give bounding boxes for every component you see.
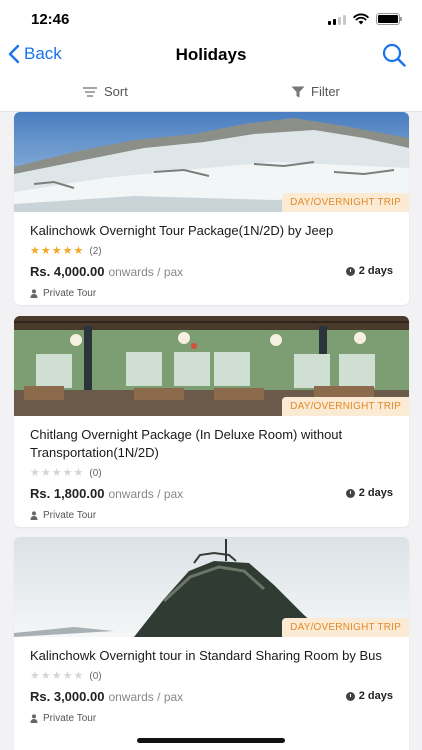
duration: 2 days	[345, 487, 393, 499]
star-icon: ★	[73, 245, 84, 257]
clock-icon	[345, 691, 355, 701]
cellular-signal-icon	[328, 14, 346, 25]
star-rating: ★ ★ ★ ★ ★	[30, 670, 83, 682]
sort-icon	[83, 86, 97, 97]
battery-icon	[376, 13, 402, 25]
price: Rs. 1,800.00	[30, 486, 105, 501]
review-count: (0)	[89, 467, 102, 479]
trip-category-badge: DAY/OVERNIGHT TRIP	[282, 397, 409, 416]
price-suffix: onwards / pax	[108, 487, 184, 501]
star-icon: ★	[73, 467, 84, 479]
price-suffix: onwards / pax	[108, 690, 184, 704]
star-icon: ★	[73, 670, 84, 682]
star-icon: ★	[40, 467, 51, 479]
price-row: Rs. 3,000.00 onwards / pax 2 days	[30, 689, 393, 707]
review-count: (2)	[89, 245, 102, 257]
page-title: Holidays	[175, 45, 247, 64]
price-suffix: onwards / pax	[108, 265, 184, 279]
status-time: 12:46	[31, 11, 70, 28]
tour-type: Private Tour	[30, 713, 393, 724]
holiday-title: Chitlang Overnight Package (In Deluxe Ro…	[30, 427, 343, 460]
tour-type-label: Private Tour	[43, 288, 97, 299]
holiday-card[interactable]: DAY/OVERNIGHT TRIP Kalinchowk Overnight …	[14, 537, 409, 750]
tour-type-label: Private Tour	[43, 510, 97, 521]
holiday-card[interactable]: DAY/OVERNIGHT TRIP Chitlang Overnight Pa…	[14, 316, 409, 527]
person-icon	[30, 511, 38, 520]
star-icon: ★	[51, 670, 62, 682]
star-icon: ★	[30, 670, 40, 682]
star-icon: ★	[62, 670, 73, 682]
tour-type-label: Private Tour	[43, 713, 97, 724]
holiday-card[interactable]: DAY/OVERNIGHT TRIP Kalinchowk Overnight …	[14, 112, 409, 305]
navigation-bar: Back Holidays	[0, 40, 422, 72]
price-row: Rs. 1,800.00 onwards / pax 2 days	[30, 486, 393, 504]
holiday-image: DAY/OVERNIGHT TRIP	[14, 537, 409, 637]
price: Rs. 4,000.00	[30, 264, 105, 279]
price: Rs. 3,000.00	[30, 689, 105, 704]
search-icon	[382, 43, 406, 67]
rating: ★ ★ ★ ★ ★ (0)	[30, 466, 393, 480]
review-count: (0)	[89, 670, 102, 682]
star-icon: ★	[51, 467, 62, 479]
tour-type: Private Tour	[30, 288, 393, 299]
person-icon	[30, 714, 38, 723]
star-icon: ★	[30, 245, 40, 257]
filter-button[interactable]: Filter	[291, 84, 340, 99]
star-icon: ★	[30, 467, 40, 479]
filter-label: Filter	[311, 84, 340, 99]
search-button[interactable]	[381, 42, 407, 73]
duration-label: 2 days	[358, 265, 393, 277]
holiday-image: DAY/OVERNIGHT TRIP	[14, 316, 409, 416]
status-icons	[328, 13, 402, 25]
star-rating: ★ ★ ★ ★ ★	[30, 245, 83, 257]
duration-label: 2 days	[358, 487, 393, 499]
person-icon	[30, 289, 38, 298]
duration-label: 2 days	[358, 690, 393, 702]
wifi-icon	[353, 13, 369, 25]
holiday-title: Kalinchowk Overnight tour in Standard Sh…	[30, 648, 382, 663]
duration: 2 days	[345, 690, 393, 702]
sort-button[interactable]: Sort	[82, 84, 128, 99]
trip-category-badge: DAY/OVERNIGHT TRIP	[282, 618, 409, 637]
star-icon: ★	[62, 467, 73, 479]
price-row: Rs. 4,000.00 onwards / pax 2 days	[30, 264, 393, 282]
trip-category-badge: DAY/OVERNIGHT TRIP	[282, 193, 409, 212]
star-icon: ★	[40, 670, 51, 682]
holiday-title: Kalinchowk Overnight Tour Package(1N/2D)…	[30, 223, 334, 238]
star-icon: ★	[62, 245, 73, 257]
tour-type: Private Tour	[30, 510, 393, 521]
duration: 2 days	[345, 265, 393, 277]
clock-icon	[345, 266, 355, 276]
rating: ★ ★ ★ ★ ★ (2)	[30, 244, 393, 258]
filter-icon	[291, 86, 305, 97]
status-bar: 12:46	[0, 0, 422, 40]
rating: ★ ★ ★ ★ ★ (0)	[30, 669, 393, 683]
star-icon: ★	[51, 245, 62, 257]
holiday-image: DAY/OVERNIGHT TRIP	[14, 112, 409, 212]
star-icon: ★	[40, 245, 51, 257]
home-indicator[interactable]	[137, 738, 285, 743]
sort-filter-toolbar: Sort Filter	[0, 72, 422, 112]
sort-label: Sort	[104, 84, 128, 99]
star-rating: ★ ★ ★ ★ ★	[30, 467, 83, 479]
clock-icon	[345, 488, 355, 498]
